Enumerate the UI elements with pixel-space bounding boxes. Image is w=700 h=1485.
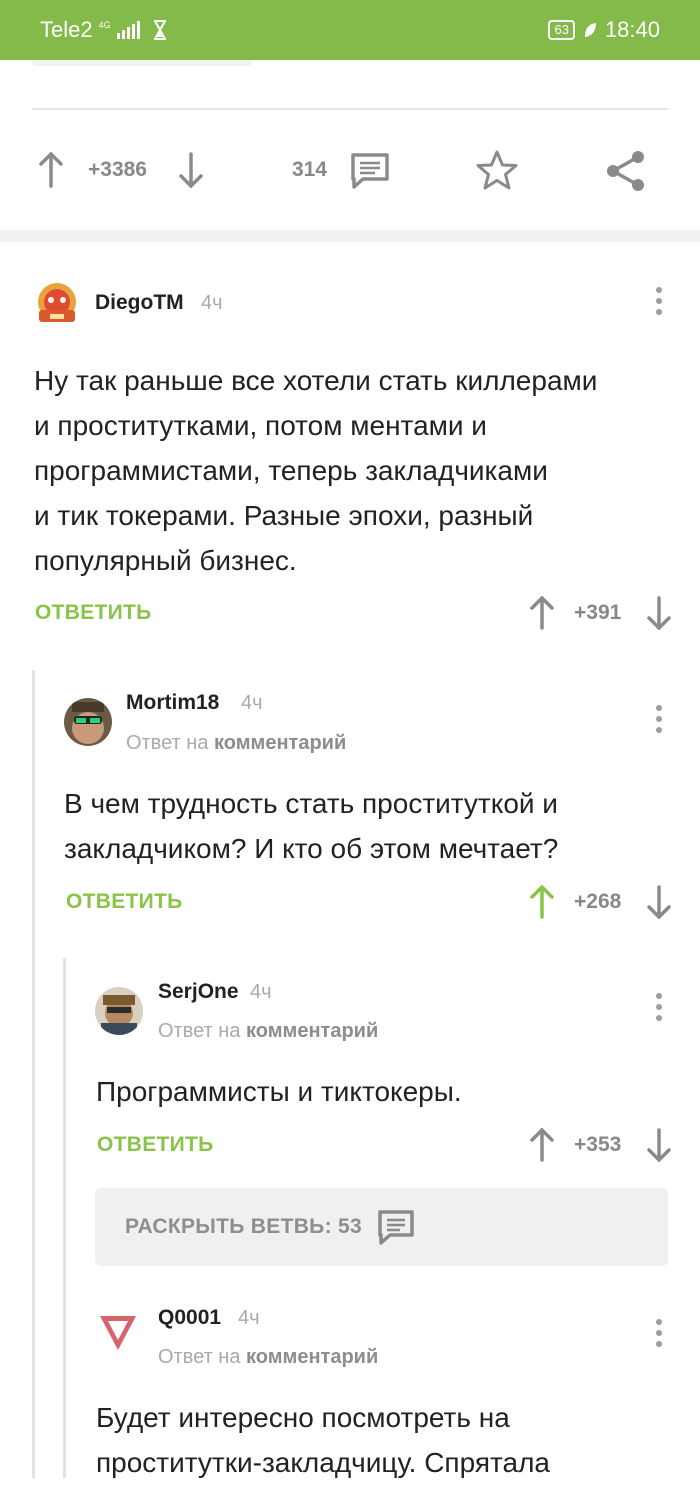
reply-to-link[interactable]: комментарий — [246, 1346, 378, 1368]
reply-button[interactable]: ОТВЕТИТЬ — [66, 890, 183, 914]
battery-indicator: 63 — [548, 20, 575, 40]
comment-score: +268 — [574, 890, 622, 913]
comment-time: 4ч — [238, 1307, 260, 1329]
downvote-icon[interactable] — [178, 152, 204, 188]
reply-to-label: Ответ на комментарий — [158, 1346, 379, 1368]
more-options-icon[interactable] — [644, 1317, 674, 1351]
avatar[interactable] — [95, 987, 143, 1035]
upvote-icon[interactable] — [529, 596, 555, 630]
more-options-icon[interactable] — [644, 285, 674, 319]
comment-score: +353 — [574, 1133, 622, 1156]
more-options-icon[interactable] — [644, 703, 674, 737]
comments-icon — [376, 1209, 416, 1247]
upvote-icon[interactable] — [529, 1128, 555, 1162]
comment-time: 4ч — [250, 981, 272, 1003]
comment-time: 4ч — [241, 692, 263, 714]
hourglass-icon — [153, 20, 167, 40]
reply-button[interactable]: ОТВЕТИТЬ — [97, 1133, 214, 1157]
thread-line — [32, 670, 35, 1478]
clock: 18:40 — [604, 17, 660, 42]
signal-icon — [116, 21, 141, 39]
comment-text: В чем трудность стать проституткой и зак… — [64, 788, 559, 864]
reply-to-label: Ответ на комментарий — [126, 732, 347, 754]
downvote-icon[interactable] — [646, 596, 672, 630]
comment-time: 4ч — [201, 292, 223, 314]
comment-author[interactable]: SerjOne — [158, 980, 239, 1004]
expand-branch-button[interactable]: РАСКРЫТЬ ВЕТВЬ: 53 — [95, 1188, 668, 1266]
star-icon[interactable] — [475, 149, 519, 191]
more-options-icon[interactable] — [644, 991, 674, 1025]
reply-to-label: Ответ на комментарий — [158, 1020, 379, 1042]
divider — [32, 108, 668, 110]
comment-score: +391 — [574, 601, 622, 624]
downvote-icon[interactable] — [646, 885, 672, 919]
comment-text: Ну так раньше все хотели стать киллерами… — [34, 365, 598, 576]
share-icon[interactable] — [605, 150, 647, 192]
carrier-label: Tele2 — [40, 17, 93, 42]
reply-to-link[interactable]: комментарий — [246, 1020, 378, 1042]
upvote-icon-active[interactable] — [529, 885, 555, 919]
post-rating: +3386 — [88, 158, 147, 181]
avatar[interactable] — [34, 280, 80, 326]
comments-icon[interactable] — [349, 152, 391, 190]
comment-text: Программисты и тиктокеры. — [96, 1076, 462, 1107]
thread-line — [63, 958, 66, 1478]
downvote-icon[interactable] — [646, 1128, 672, 1162]
status-bar: Tele2 4G 63 18:40 — [0, 0, 700, 60]
post-content-edge — [32, 60, 252, 66]
comment-author[interactable]: Mortim18 — [126, 691, 219, 715]
comments-count: 314 — [292, 158, 328, 181]
reply-to-link[interactable]: комментарий — [214, 732, 346, 754]
expand-branch-label: РАСКРЫТЬ ВЕТВЬ: 53 — [125, 1215, 362, 1238]
post-action-bar: +3386 314 — [0, 60, 700, 230]
section-gap — [0, 230, 700, 242]
network-type: 4G — [98, 19, 111, 30]
comment-author[interactable]: DiegoTM — [95, 291, 184, 315]
upvote-icon[interactable] — [38, 152, 64, 188]
leaf-icon — [583, 22, 597, 38]
comment-text: Будет интересно посмотреть на проститутк… — [96, 1402, 550, 1478]
reply-button[interactable]: ОТВЕТИТЬ — [35, 601, 152, 625]
avatar[interactable] — [64, 698, 112, 746]
comment-author[interactable]: Q0001 — [158, 1306, 221, 1330]
avatar[interactable] — [96, 1310, 140, 1354]
